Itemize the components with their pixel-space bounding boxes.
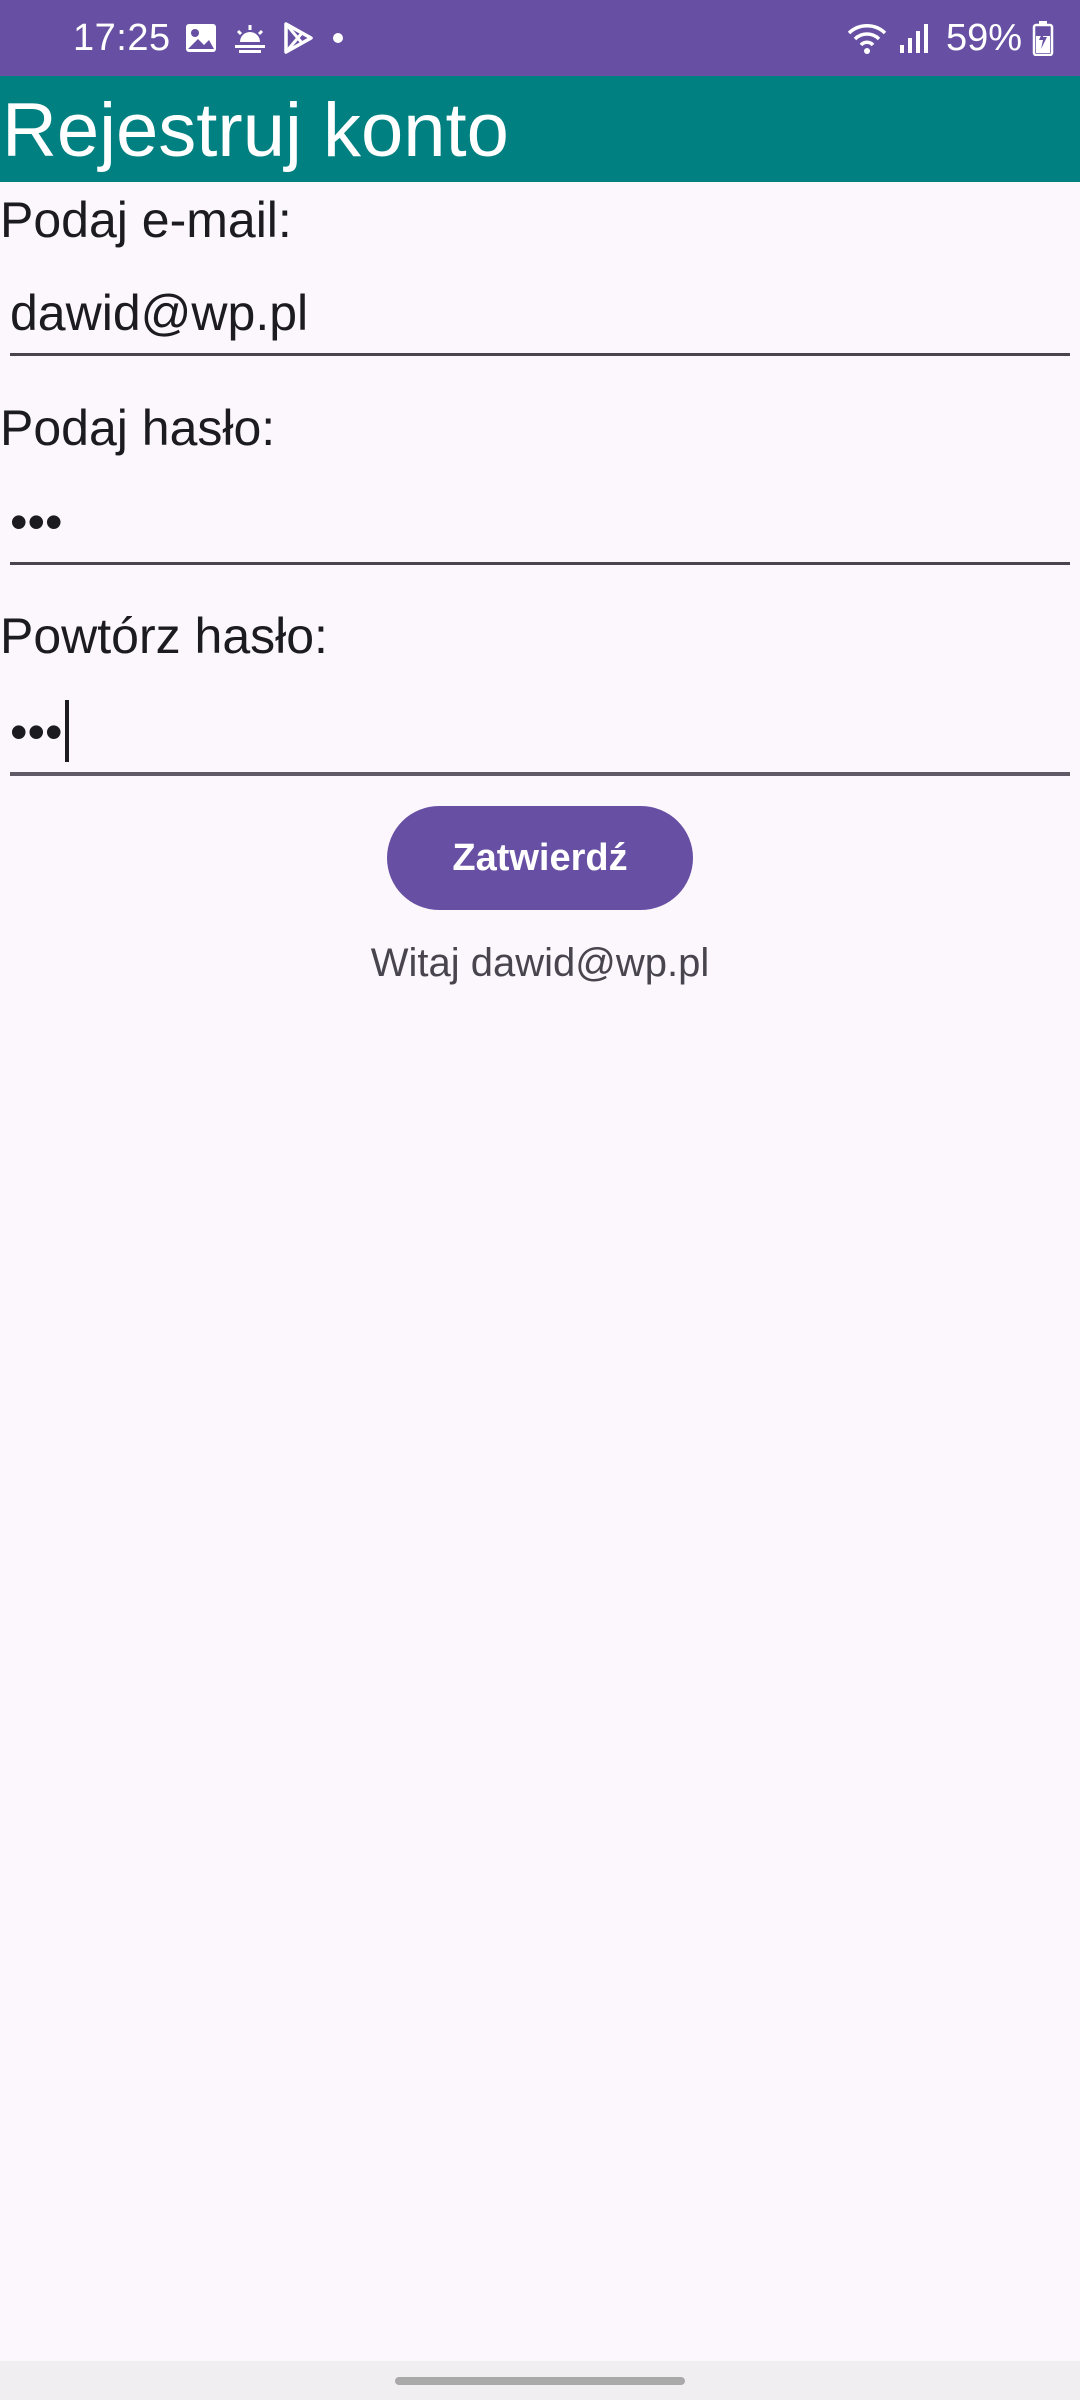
gallery-icon [184,22,218,54]
email-value: dawid@wp.pl [10,285,309,341]
app-bar: Rejestruj konto [0,76,1080,182]
signal-icon [898,21,930,55]
status-time: 17:25 [73,17,171,59]
password-label: Podaj hasło: [0,400,276,456]
repeat-password-value: ••• [10,704,63,760]
navigation-bar [0,2361,1080,2400]
page-title: Rejestruj konto [2,88,509,173]
system-icons: 59% [846,16,1054,60]
repeat-password-field[interactable]: ••• [10,690,1070,776]
password-field[interactable]: ••• [10,479,1070,565]
text-cursor [64,700,69,762]
dot-icon [328,28,348,48]
play-store-icon [282,21,314,55]
wifi-icon [846,21,888,55]
submit-button[interactable]: Zatwierdź [387,806,693,910]
weather-icon [232,22,268,54]
battery-icon [1032,20,1054,56]
password-value: ••• [10,494,63,550]
home-gesture-handle[interactable] [395,2377,685,2385]
repeat-password-wrapper: ••• [10,700,69,762]
notification-icons [184,20,348,56]
email-label: Podaj e-mail: [0,192,292,248]
battery-percentage: 59% [945,17,1022,59]
email-field[interactable]: dawid@wp.pl [10,270,1070,356]
welcome-message: Witaj dawid@wp.pl [370,941,710,985]
status-bar: 17:25 59% [0,0,1080,76]
repeat-password-label: Powtórz hasło: [0,608,328,664]
